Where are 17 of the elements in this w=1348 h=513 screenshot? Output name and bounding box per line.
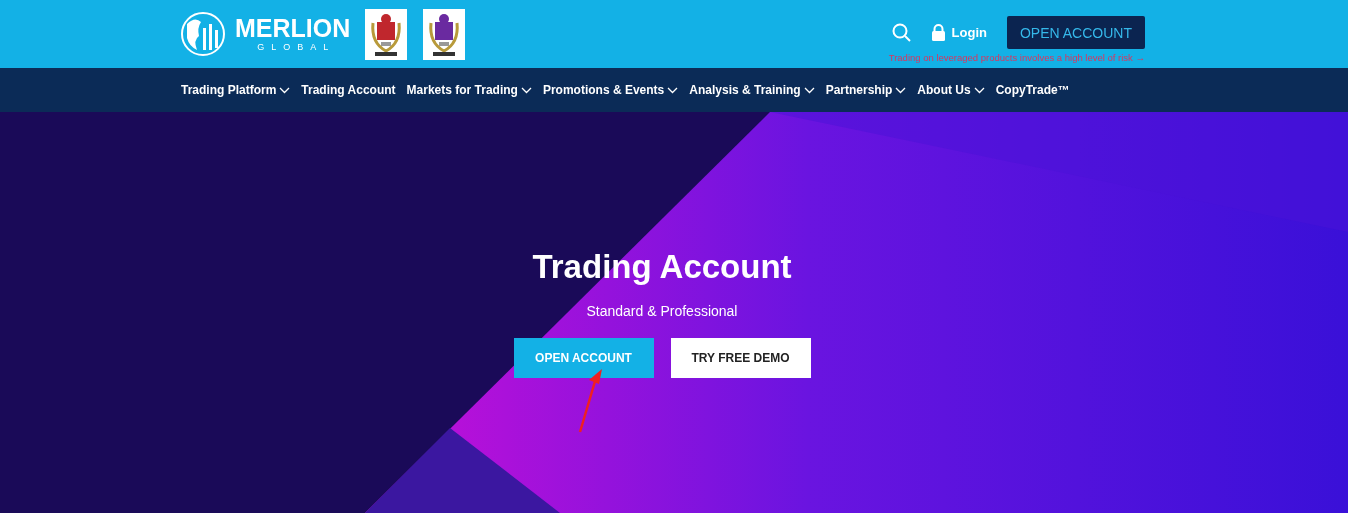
nav-menu-item[interactable]: Trading Platform — [181, 83, 291, 97]
brand-name: MERLION — [235, 15, 351, 41]
nav-menu-item[interactable]: CopyTrade™ — [995, 83, 1070, 97]
nav-menu-item[interactable]: Promotions & Events — [542, 83, 679, 97]
nav-menu-item[interactable]: Analysis & Training — [689, 83, 815, 97]
nav-menu-item[interactable]: About Us — [917, 83, 985, 97]
merlion-logo-icon — [181, 10, 225, 58]
nav-menu-item[interactable]: Trading Account — [301, 83, 396, 97]
hero-subtitle: Standard & Professional — [586, 303, 738, 319]
nav-menu-item[interactable]: Markets for Trading — [406, 83, 532, 97]
brand-tagline: GLOBAL — [256, 41, 336, 53]
padlock-icon — [930, 23, 946, 41]
demo-button[interactable]: TRY FREE DEMO — [670, 338, 811, 378]
open-account-button[interactable]: OPEN ACCOUNT — [1007, 15, 1145, 49]
nav-menu-item[interactable]: Partnership — [825, 83, 907, 97]
search-icon[interactable] — [891, 22, 911, 42]
hero-title: Trading Account — [532, 247, 792, 287]
